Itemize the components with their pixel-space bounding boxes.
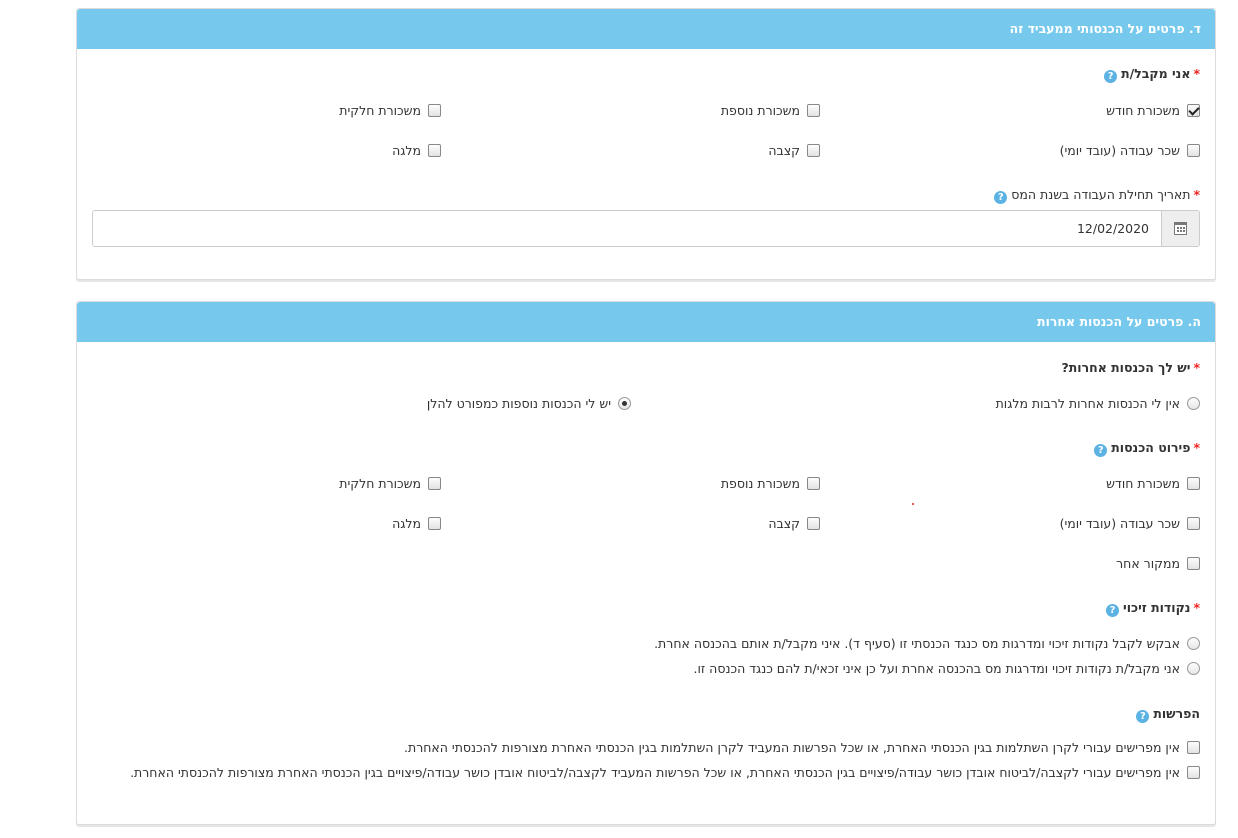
checkbox[interactable] xyxy=(1187,766,1200,779)
help-icon[interactable]: ? xyxy=(994,191,1008,204)
checkbox[interactable] xyxy=(1187,741,1200,754)
radio-button[interactable] xyxy=(1187,397,1200,410)
start-date-field xyxy=(92,210,1200,247)
receive-question: *אני מקבל/ת? xyxy=(1104,66,1200,83)
help-icon[interactable]: ? xyxy=(1094,444,1108,457)
other-income-option-none[interactable]: אין לי הכנסות אחרות לרבות מלגות xyxy=(996,396,1200,411)
other-income-option-yes[interactable]: יש לי הכנסות נוספות כמפורט להלן xyxy=(427,396,631,411)
required-asterisk: * xyxy=(1193,66,1200,81)
income-option-monthly[interactable]: משכורת חודש xyxy=(1106,476,1200,491)
section-e-header: ה. פרטים על הכנסות אחרות xyxy=(77,302,1215,342)
income-option-daily-worker[interactable]: שכר עבודה (עובד יומי) xyxy=(1060,516,1200,531)
checkbox[interactable] xyxy=(1187,144,1200,157)
help-icon[interactable]: ? xyxy=(1104,70,1118,83)
required-asterisk: * xyxy=(1193,600,1200,615)
deductions-option-study-fund[interactable]: אין מפרישים עבורי לקרן השתלמות בגין הכנס… xyxy=(404,740,1200,755)
income-option-scholarship[interactable]: מלגה xyxy=(392,516,441,531)
credit-points-option-elsewhere[interactable]: אני מקבל/ת נקודות זיכוי ומדרגות מס בהכנס… xyxy=(694,661,1200,676)
section-d-header: ד. פרטים על הכנסותי ממעביד זה xyxy=(77,9,1215,49)
checkbox[interactable] xyxy=(1187,517,1200,530)
help-icon[interactable]: ? xyxy=(1136,710,1150,723)
required-asterisk: * xyxy=(1193,360,1200,375)
checkbox[interactable] xyxy=(1187,557,1200,570)
other-income-question: *יש לך הכנסות אחרות? xyxy=(1061,360,1201,375)
checkbox[interactable] xyxy=(428,144,441,157)
receive-option-pension[interactable]: קצבה xyxy=(768,143,820,158)
checkbox[interactable] xyxy=(807,477,820,490)
calendar-button[interactable] xyxy=(1161,211,1199,246)
help-icon[interactable]: ? xyxy=(1106,604,1120,617)
start-date-input[interactable] xyxy=(93,211,1161,246)
income-option-additional[interactable]: משכורת נוספת xyxy=(721,476,820,491)
checkbox[interactable] xyxy=(428,477,441,490)
income-option-partial[interactable]: משכורת חלקית xyxy=(339,476,441,491)
income-option-pension[interactable]: קצבה xyxy=(768,516,820,531)
deductions-label: הפרשות? xyxy=(1136,706,1200,723)
receive-option-monthly[interactable]: משכורת חודש xyxy=(1106,103,1200,118)
checkbox[interactable] xyxy=(1187,477,1200,490)
credit-points-option-request[interactable]: אבקש לקבל נקודות זיכוי ומדרגות מס כנגד ה… xyxy=(654,636,1200,651)
radio-button[interactable] xyxy=(1187,637,1200,650)
calendar-icon xyxy=(1174,222,1187,235)
radio-button[interactable] xyxy=(1187,662,1200,675)
checkbox[interactable] xyxy=(1187,104,1200,117)
receive-option-daily-worker[interactable]: שכר עבודה (עובד יומי) xyxy=(1060,143,1200,158)
checkbox[interactable] xyxy=(428,104,441,117)
stray-marker xyxy=(912,503,914,505)
income-details-label: *פירוט הכנסות? xyxy=(1094,440,1200,457)
receive-option-scholarship[interactable]: מלגה xyxy=(392,143,441,158)
required-asterisk: * xyxy=(1193,440,1200,455)
start-date-label: *תאריך תחילת העבודה בשנת המס? xyxy=(994,187,1200,204)
receive-option-partial[interactable]: משכורת חלקית xyxy=(339,103,441,118)
checkbox[interactable] xyxy=(428,517,441,530)
credit-points-label: *נקודות זיכוי? xyxy=(1106,600,1200,617)
required-asterisk: * xyxy=(1193,187,1200,202)
income-option-other-source[interactable]: ממקור אחר xyxy=(1116,556,1200,571)
deductions-option-pension-disability[interactable]: אין מפרישים עבורי לקצבה/לביטוח אובדן כוש… xyxy=(130,765,1200,780)
checkbox[interactable] xyxy=(807,104,820,117)
checkbox[interactable] xyxy=(807,144,820,157)
receive-option-additional[interactable]: משכורת נוספת xyxy=(721,103,820,118)
checkbox[interactable] xyxy=(807,517,820,530)
radio-button[interactable] xyxy=(618,397,631,410)
